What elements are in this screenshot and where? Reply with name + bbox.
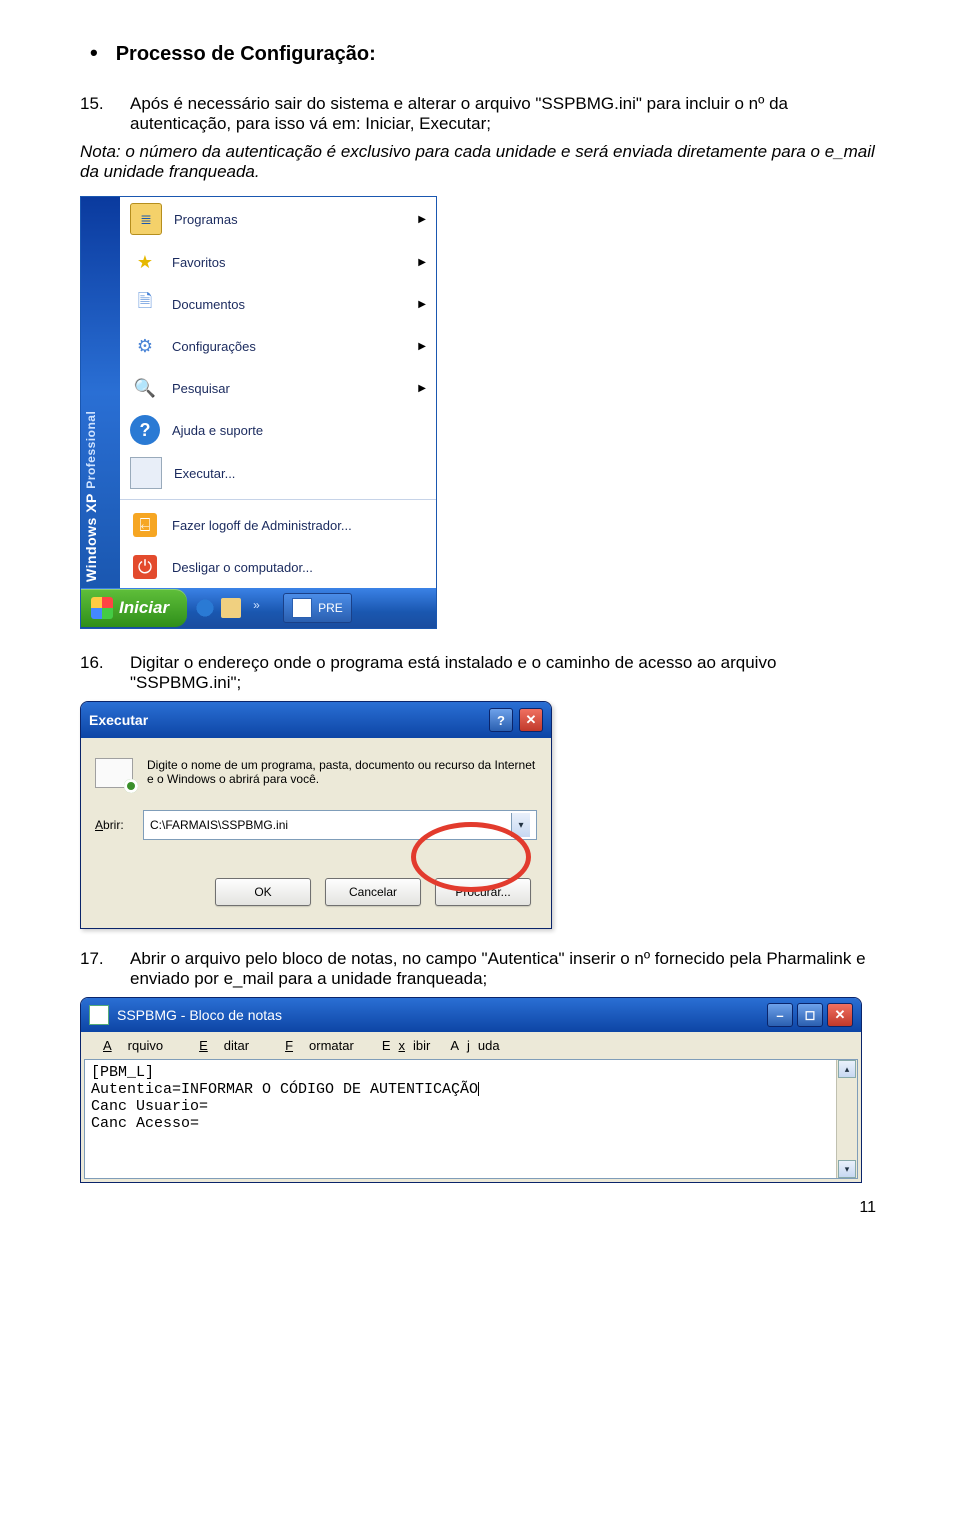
menu-separator <box>120 499 436 500</box>
menu-exibir[interactable]: Exibir <box>374 1036 439 1055</box>
step-17: 17. Abrir o arquivo pelo bloco de notas,… <box>80 949 880 989</box>
brand-xp: Windows XP <box>83 493 99 582</box>
step-15-number: 15. <box>80 94 130 134</box>
word-icon <box>292 598 312 618</box>
start-item-label: Configurações <box>172 339 256 354</box>
run-title-text: Executar <box>89 712 148 728</box>
taskbar: Iniciar » PRE <box>81 588 436 628</box>
step-16-number: 16. <box>80 653 130 693</box>
start-item-label: Desligar o computador... <box>172 560 313 575</box>
step-16-text: Digitar o endereço onde o programa está … <box>130 653 880 693</box>
submenu-arrow-icon: ▶ <box>418 383 426 394</box>
notepad-icon <box>89 1005 109 1025</box>
run-description: Digite o nome de um programa, pasta, doc… <box>147 758 537 786</box>
page-number: 11 <box>80 1199 880 1217</box>
dropdown-arrow-icon[interactable]: ▾ <box>511 813 530 837</box>
browse-button[interactable]: Procurar... <box>435 878 531 906</box>
start-menu-brand-strip: Windows XP Professional <box>81 197 120 588</box>
chevron-icon[interactable]: » <box>253 598 273 618</box>
mail-icon[interactable] <box>221 598 241 618</box>
step-16: 16. Digitar o endereço onde o programa e… <box>80 653 880 693</box>
start-item-label: Favoritos <box>172 255 225 270</box>
shutdown-icon: ⏻ <box>130 552 160 582</box>
notepad-window: SSPBMG - Bloco de notas – ◻ ✕ Arquivo Ed… <box>80 997 862 1183</box>
close-button[interactable]: ✕ <box>519 708 543 732</box>
maximize-button[interactable]: ◻ <box>797 1003 823 1027</box>
run-titlebar: Executar ? ✕ <box>81 702 551 738</box>
notepad-text-area[interactable]: [PBM_L] Autentica=INFORMAR O CÓDIGO DE A… <box>85 1060 836 1178</box>
open-label: Abrir: <box>95 818 135 832</box>
note-text: Nota: o número da autenticação é exclusi… <box>80 142 880 182</box>
start-item-label: Fazer logoff de Administrador... <box>172 518 352 533</box>
start-item-pesquisar[interactable]: 🔍 Pesquisar ▶ <box>120 367 436 409</box>
start-item-shutdown[interactable]: ⏻ Desligar o computador... <box>120 546 436 588</box>
favorites-icon: ★ <box>130 247 160 277</box>
run-dialog-icon <box>95 758 133 788</box>
run-icon <box>130 457 162 489</box>
start-item-label: Programas <box>174 212 238 227</box>
start-button[interactable]: Iniciar <box>81 589 187 627</box>
start-item-logoff[interactable]: ⍇ Fazer logoff de Administrador... <box>120 504 436 546</box>
menu-ajuda[interactable]: Ajuda <box>442 1036 507 1055</box>
notepad-titlebar: SSPBMG - Bloco de notas – ◻ ✕ <box>81 998 861 1032</box>
programs-icon <box>130 203 162 235</box>
scroll-up-icon[interactable]: ▴ <box>838 1060 856 1078</box>
step-17-number: 17. <box>80 949 130 989</box>
scroll-down-icon[interactable]: ▾ <box>838 1160 856 1178</box>
step-17-text: Abrir o arquivo pelo bloco de notas, no … <box>130 949 880 989</box>
start-item-executar[interactable]: Executar... <box>120 451 436 495</box>
start-button-label: Iniciar <box>119 598 169 618</box>
step-15: 15. Após é necessário sair do sistema e … <box>80 94 880 134</box>
notepad-menubar: Arquivo Editar Formatar Exibir Ajuda <box>81 1032 861 1059</box>
start-item-label: Executar... <box>174 466 235 481</box>
help-icon: ? <box>130 415 160 445</box>
start-item-ajuda[interactable]: ? Ajuda e suporte <box>120 409 436 451</box>
minimize-button[interactable]: – <box>767 1003 793 1027</box>
submenu-arrow-icon: ▶ <box>418 214 426 225</box>
menu-arquivo[interactable]: Arquivo <box>87 1036 179 1055</box>
run-dialog: Executar ? ✕ Digite o nome de um program… <box>80 701 552 929</box>
cancel-button[interactable]: Cancelar <box>325 878 421 906</box>
start-menu-screenshot: Windows XP Professional Programas ▶ ★ Fa… <box>80 196 437 629</box>
start-item-label: Ajuda e suporte <box>172 423 263 438</box>
taskbar-task[interactable]: PRE <box>283 593 352 623</box>
windows-logo-icon <box>91 597 113 619</box>
start-item-favoritos[interactable]: ★ Favoritos ▶ <box>120 241 436 283</box>
start-item-configuracoes[interactable]: ⚙ Configurações ▶ <box>120 325 436 367</box>
start-item-label: Documentos <box>172 297 245 312</box>
task-label: PRE <box>318 601 343 615</box>
quicklaunch: » <box>195 598 273 618</box>
submenu-arrow-icon: ▶ <box>418 299 426 310</box>
start-menu-items: Programas ▶ ★ Favoritos ▶ 🗎 Documentos ▶… <box>120 197 436 588</box>
start-item-programas[interactable]: Programas ▶ <box>120 197 436 241</box>
ie-icon[interactable] <box>195 598 215 618</box>
start-item-documentos[interactable]: 🗎 Documentos ▶ <box>120 283 436 325</box>
logoff-icon: ⍇ <box>130 510 160 540</box>
start-item-label: Pesquisar <box>172 381 230 396</box>
search-icon: 🔍 <box>130 373 160 403</box>
submenu-arrow-icon: ▶ <box>418 257 426 268</box>
menu-editar[interactable]: Editar <box>183 1036 265 1055</box>
brand-professional: Professional <box>84 411 98 489</box>
documents-icon: 🗎 <box>130 289 160 319</box>
text-cursor <box>478 1082 479 1096</box>
step-15-text: Após é necessário sair do sistema e alte… <box>130 94 880 134</box>
menu-formatar[interactable]: Formatar <box>269 1036 370 1055</box>
section-heading: Processo de Configuração: <box>90 40 880 66</box>
open-value: C:\FARMAIS\SSPBMG.ini <box>150 818 288 832</box>
submenu-arrow-icon: ▶ <box>418 341 426 352</box>
settings-icon: ⚙ <box>130 331 160 361</box>
open-combobox[interactable]: C:\FARMAIS\SSPBMG.ini ▾ <box>143 810 537 840</box>
vertical-scrollbar[interactable]: ▴ ▾ <box>836 1060 857 1178</box>
close-button[interactable]: ✕ <box>827 1003 853 1027</box>
notepad-title-text: SSPBMG - Bloco de notas <box>117 1007 282 1023</box>
ok-button[interactable]: OK <box>215 878 311 906</box>
help-button[interactable]: ? <box>489 708 513 732</box>
